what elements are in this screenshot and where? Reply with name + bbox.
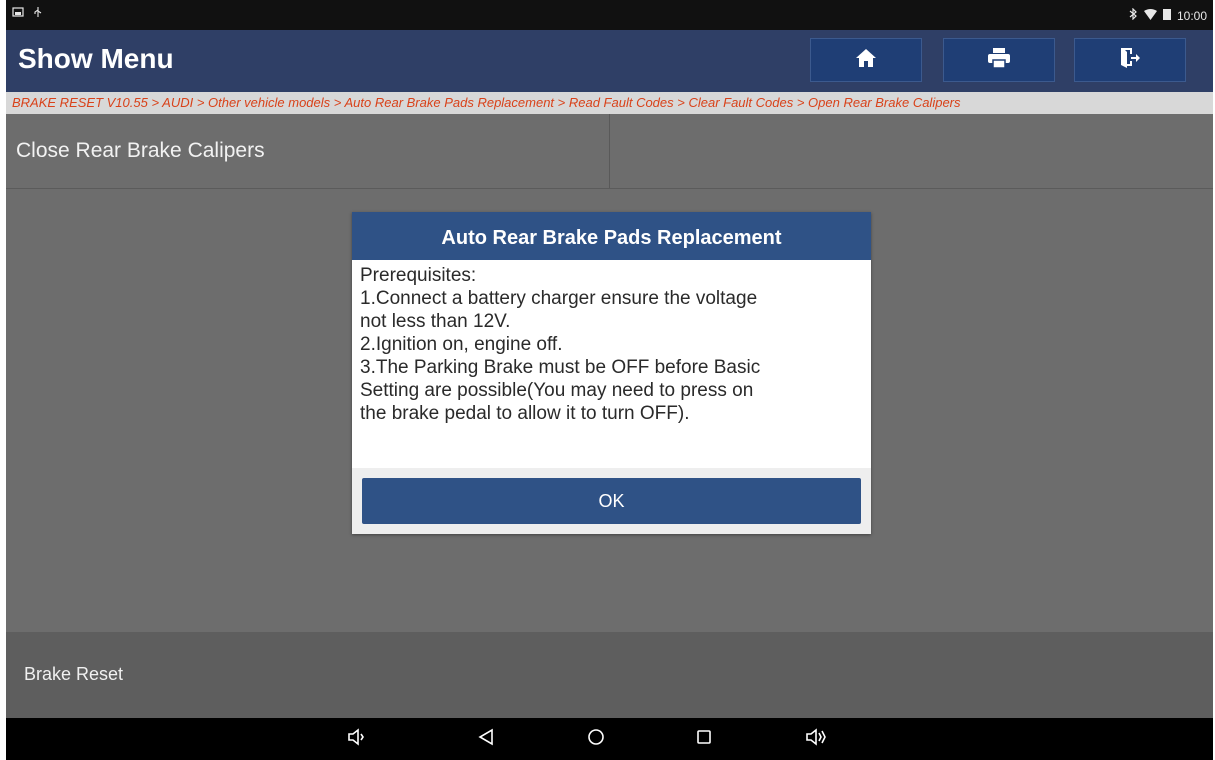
exit-icon <box>1119 47 1141 74</box>
dialog-line: not less than 12V. <box>360 311 511 332</box>
volume-up-button[interactable] <box>796 726 836 752</box>
status-left <box>12 6 44 21</box>
exit-button[interactable] <box>1074 38 1186 82</box>
recents-button[interactable] <box>684 726 724 752</box>
bluetooth-icon <box>1128 7 1138 23</box>
dialog-line: the brake pedal to allow it to turn OFF)… <box>360 403 690 424</box>
clock: 10:00 <box>1176 8 1207 23</box>
menu-item-close-rear-brake-calipers[interactable]: Close Rear Brake Calipers <box>6 114 610 188</box>
home-icon <box>855 48 877 73</box>
dialog-line: Setting are possible(You may need to pre… <box>360 380 754 401</box>
app-screen: 10:00 Show Menu BRAKE RESET V10.55 > AUD… <box>6 0 1213 760</box>
dialog-line: 2.Ignition on, engine off. <box>360 334 563 355</box>
dialog-line: Prerequisites: <box>360 265 477 286</box>
battery-icon <box>1162 8 1171 23</box>
dialog-line: 1.Connect a battery charger ensure the v… <box>360 288 758 309</box>
wifi-icon <box>1143 8 1157 23</box>
dialog-footer: OK <box>352 468 871 534</box>
prerequisites-dialog: Auto Rear Brake Pads Replacement Prerequ… <box>352 212 871 534</box>
print-icon <box>987 47 1011 74</box>
dialog-title: Auto Rear Brake Pads Replacement <box>352 212 871 260</box>
menu-list: Close Rear Brake Calipers <box>6 114 1213 189</box>
status-right: 10:00 <box>1128 7 1207 23</box>
system-nav-bar <box>6 718 1213 760</box>
back-icon <box>478 728 494 751</box>
home-button[interactable] <box>810 38 922 82</box>
status-bar: 10:00 <box>6 0 1213 30</box>
menu-item-empty <box>611 114 1213 188</box>
volume-down-button[interactable] <box>337 726 377 752</box>
usb-icon <box>32 6 44 21</box>
dialog-line: 3.The Parking Brake must be OFF before B… <box>360 357 761 378</box>
recents-icon <box>696 729 712 750</box>
home-circle-button[interactable] <box>576 726 616 752</box>
breadcrumb: BRAKE RESET V10.55 > AUDI > Other vehicl… <box>6 92 1213 114</box>
volume-up-icon <box>805 727 827 751</box>
volume-down-icon <box>347 727 367 751</box>
footer-label: Brake Reset <box>24 664 124 684</box>
dialog-message: Prerequisites: 1.Connect a battery charg… <box>360 264 860 425</box>
footer-bar: Brake Reset <box>6 632 1213 718</box>
back-button[interactable] <box>466 726 506 752</box>
home-circle-icon <box>587 728 605 751</box>
page-title: Show Menu <box>18 43 174 74</box>
app-header: Show Menu <box>6 30 1213 92</box>
print-button[interactable] <box>943 38 1055 82</box>
gallery-icon <box>12 6 24 21</box>
ok-button[interactable]: OK <box>362 478 861 524</box>
